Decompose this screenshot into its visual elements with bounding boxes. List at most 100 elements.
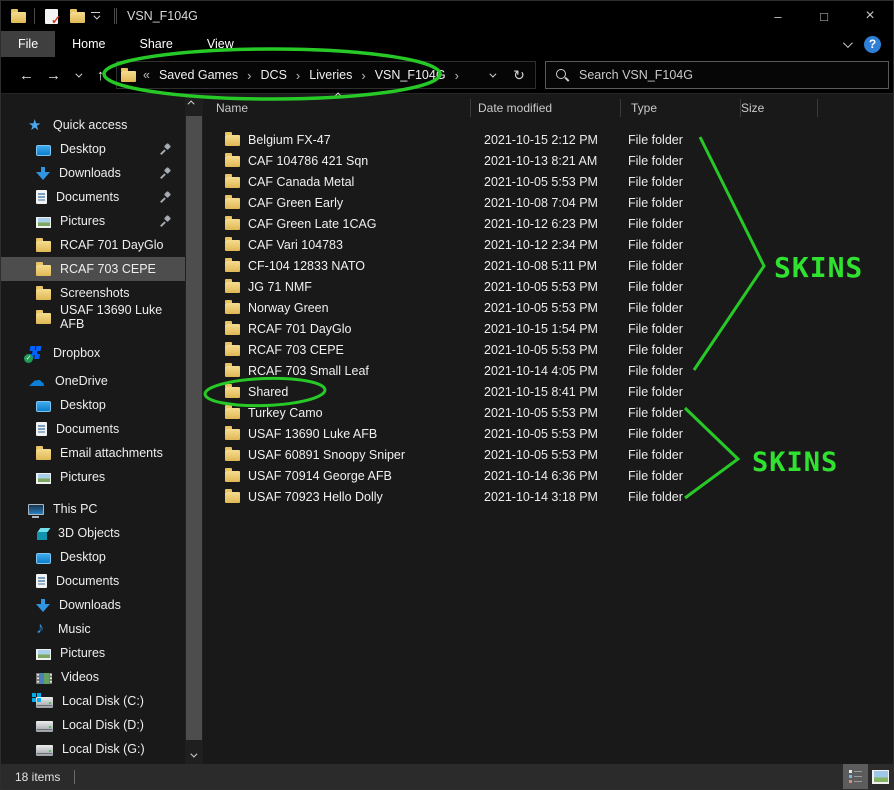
address-bar[interactable]: « Saved Games › DCS › Liveries › VSN_F10… (116, 61, 536, 89)
scroll-up-icon[interactable] (188, 100, 195, 107)
sidebar-item-this-pc[interactable]: This PC (1, 497, 185, 521)
tab-share[interactable]: Share (123, 31, 190, 57)
sidebar-scrollbar[interactable] (185, 94, 203, 764)
file-type: File folder (621, 196, 741, 210)
sidebar-item-quick-access[interactable]: Quick access (1, 113, 185, 137)
search-input[interactable]: Search VSN_F104G (545, 61, 889, 89)
sidebar-item-pc-pictures[interactable]: Pictures (1, 641, 185, 665)
disk-drive-windows-icon (36, 697, 53, 708)
sidebar-item-screenshots[interactable]: Screenshots (1, 281, 185, 305)
table-row[interactable]: JG 71 NMF2021-10-05 5:53 PMFile folder (203, 276, 893, 297)
maximize-button[interactable]: □ (801, 1, 847, 31)
sidebar-item-rcaf-701-dayglo[interactable]: RCAF 701 DayGlo (1, 233, 185, 257)
sidebar-item-local-disk-g[interactable]: Local Disk (G:) (1, 737, 185, 761)
column-header-size[interactable]: Size (741, 99, 818, 117)
details-view-icon (849, 770, 862, 783)
sidebar-item-email-attachments[interactable]: Email attachments (1, 441, 185, 465)
table-row[interactable]: Turkey Camo2021-10-05 5:53 PMFile folder (203, 402, 893, 423)
column-header-type[interactable]: Type (621, 99, 741, 117)
forward-button[interactable]: → (40, 61, 67, 89)
address-dropdown-button[interactable] (479, 63, 503, 87)
search-placeholder: Search VSN_F104G (579, 68, 693, 82)
table-row[interactable]: CAF 104786 421 Sqn2021-10-13 8:21 AMFile… (203, 150, 893, 171)
new-folder-icon[interactable] (70, 12, 85, 23)
caption-buttons: – □ × (755, 1, 893, 31)
table-row[interactable]: CAF Green Early2021-10-08 7:04 PMFile fo… (203, 192, 893, 213)
help-button[interactable]: ? (864, 36, 881, 53)
recent-locations-chevron[interactable] (67, 61, 87, 89)
sidebar-item-local-disk-d[interactable]: Local Disk (D:) (1, 713, 185, 737)
close-button[interactable]: × (847, 1, 893, 31)
file-date: 2021-10-15 1:54 PM (471, 322, 621, 336)
sidebar-item-onedrive-documents[interactable]: Documents (1, 417, 185, 441)
breadcrumb-item-vsn-f104g[interactable]: VSN_F104G (375, 68, 446, 82)
table-row[interactable]: Belgium FX-472021-10-15 2:12 PMFile fold… (203, 129, 893, 150)
table-row[interactable]: USAF 13690 Luke AFB2021-10-05 5:53 PMFil… (203, 423, 893, 444)
status-divider (74, 770, 75, 784)
sidebar-item-onedrive-pictures[interactable]: Pictures (1, 465, 185, 489)
table-row[interactable]: CAF Green Late 1CAG2021-10-12 6:23 PMFil… (203, 213, 893, 234)
breadcrumb-overflow-icon[interactable]: « (143, 68, 150, 82)
sidebar-item-music[interactable]: Music (1, 617, 185, 641)
file-name: CAF Green Early (248, 196, 343, 210)
sidebar-item-videos[interactable]: Videos (1, 665, 185, 689)
sidebar-item-rcaf-703-cepe[interactable]: RCAF 703 CEPE (1, 257, 185, 281)
scrollbar-thumb[interactable] (186, 116, 202, 740)
up-button[interactable]: ↑ (87, 61, 114, 89)
sidebar-item-onedrive-desktop[interactable]: Desktop (1, 393, 185, 417)
minimize-button[interactable]: – (755, 1, 801, 31)
pin-icon (160, 216, 171, 227)
table-row[interactable]: CAF Vari 1047832021-10-12 2:34 PMFile fo… (203, 234, 893, 255)
customize-quick-access-toolbar-button[interactable] (91, 12, 100, 21)
sidebar-item-desktop[interactable]: Desktop (1, 137, 185, 161)
sidebar-item-downloads[interactable]: Downloads (1, 161, 185, 185)
refresh-button[interactable]: ↻ (507, 63, 531, 87)
folder-icon (225, 345, 240, 356)
breadcrumb-item-dcs[interactable]: DCS (261, 68, 287, 82)
sidebar-item-usaf-13690[interactable]: USAF 13690 Luke AFB (1, 305, 185, 329)
table-row[interactable]: CF-104 12833 NATO2021-10-08 5:11 PMFile … (203, 255, 893, 276)
thumbnail-view-button[interactable] (868, 764, 893, 789)
folder-icon (225, 156, 240, 167)
details-view-button[interactable] (843, 764, 868, 789)
sidebar-item-pc-documents[interactable]: Documents (1, 569, 185, 593)
search-icon (556, 69, 569, 82)
file-name: RCAF 703 CEPE (248, 343, 344, 357)
windows-logo-icon (32, 693, 36, 697)
table-row-shared[interactable]: Shared2021-10-15 8:41 PMFile folder (203, 381, 893, 402)
tab-file[interactable]: File (1, 31, 55, 57)
table-row[interactable]: USAF 70923 Hello Dolly2021-10-14 3:18 PM… (203, 486, 893, 507)
table-row[interactable]: USAF 70914 George AFB2021-10-14 6:36 PMF… (203, 465, 893, 486)
table-row[interactable]: Norway Green2021-10-05 5:53 PMFile folde… (203, 297, 893, 318)
app-folder-icon (11, 12, 26, 23)
sidebar-item-pc-desktop[interactable]: Desktop (1, 545, 185, 569)
picture-icon (36, 473, 51, 484)
back-button[interactable]: ← (13, 61, 40, 89)
column-header-date-modified[interactable]: Date modified (471, 99, 621, 117)
scroll-down-icon[interactable] (190, 751, 197, 758)
tab-home[interactable]: Home (55, 31, 122, 57)
tab-view[interactable]: View (190, 31, 251, 57)
table-row[interactable]: RCAF 701 DayGlo2021-10-15 1:54 PMFile fo… (203, 318, 893, 339)
sidebar-item-documents[interactable]: Documents (1, 185, 185, 209)
sidebar-item-local-disk-c[interactable]: Local Disk (C:) (1, 689, 185, 713)
table-row[interactable]: RCAF 703 Small Leaf2021-10-14 4:05 PMFil… (203, 360, 893, 381)
sidebar-item-onedrive[interactable]: OneDrive (1, 369, 185, 393)
breadcrumb-item-liveries[interactable]: Liveries (309, 68, 352, 82)
sidebar-item-pictures[interactable]: Pictures (1, 209, 185, 233)
properties-icon[interactable]: ✓ (45, 9, 58, 24)
folder-icon (225, 492, 240, 503)
sidebar-item-3d-objects[interactable]: 3D Objects (1, 521, 185, 545)
breadcrumb-item-saved-games[interactable]: Saved Games (159, 68, 238, 82)
table-row[interactable]: RCAF 703 CEPE2021-10-05 5:53 PMFile fold… (203, 339, 893, 360)
minimize-ribbon-chevron-icon[interactable] (843, 38, 853, 48)
sidebar-item-dropbox[interactable]: Dropbox (1, 341, 185, 365)
sidebar-item-pc-downloads[interactable]: Downloads (1, 593, 185, 617)
table-row[interactable]: USAF 60891 Snoopy Sniper2021-10-05 5:53 … (203, 444, 893, 465)
table-row[interactable]: CAF Canada Metal2021-10-05 5:53 PMFile f… (203, 171, 893, 192)
sidebar-item-label: Local Disk (D:) (62, 718, 144, 732)
sidebar-item-label: Quick access (53, 118, 127, 132)
chevron-down-icon (93, 13, 100, 20)
breadcrumb: « Saved Games › DCS › Liveries › VSN_F10… (143, 68, 459, 83)
column-header-name[interactable]: Name (203, 99, 471, 117)
